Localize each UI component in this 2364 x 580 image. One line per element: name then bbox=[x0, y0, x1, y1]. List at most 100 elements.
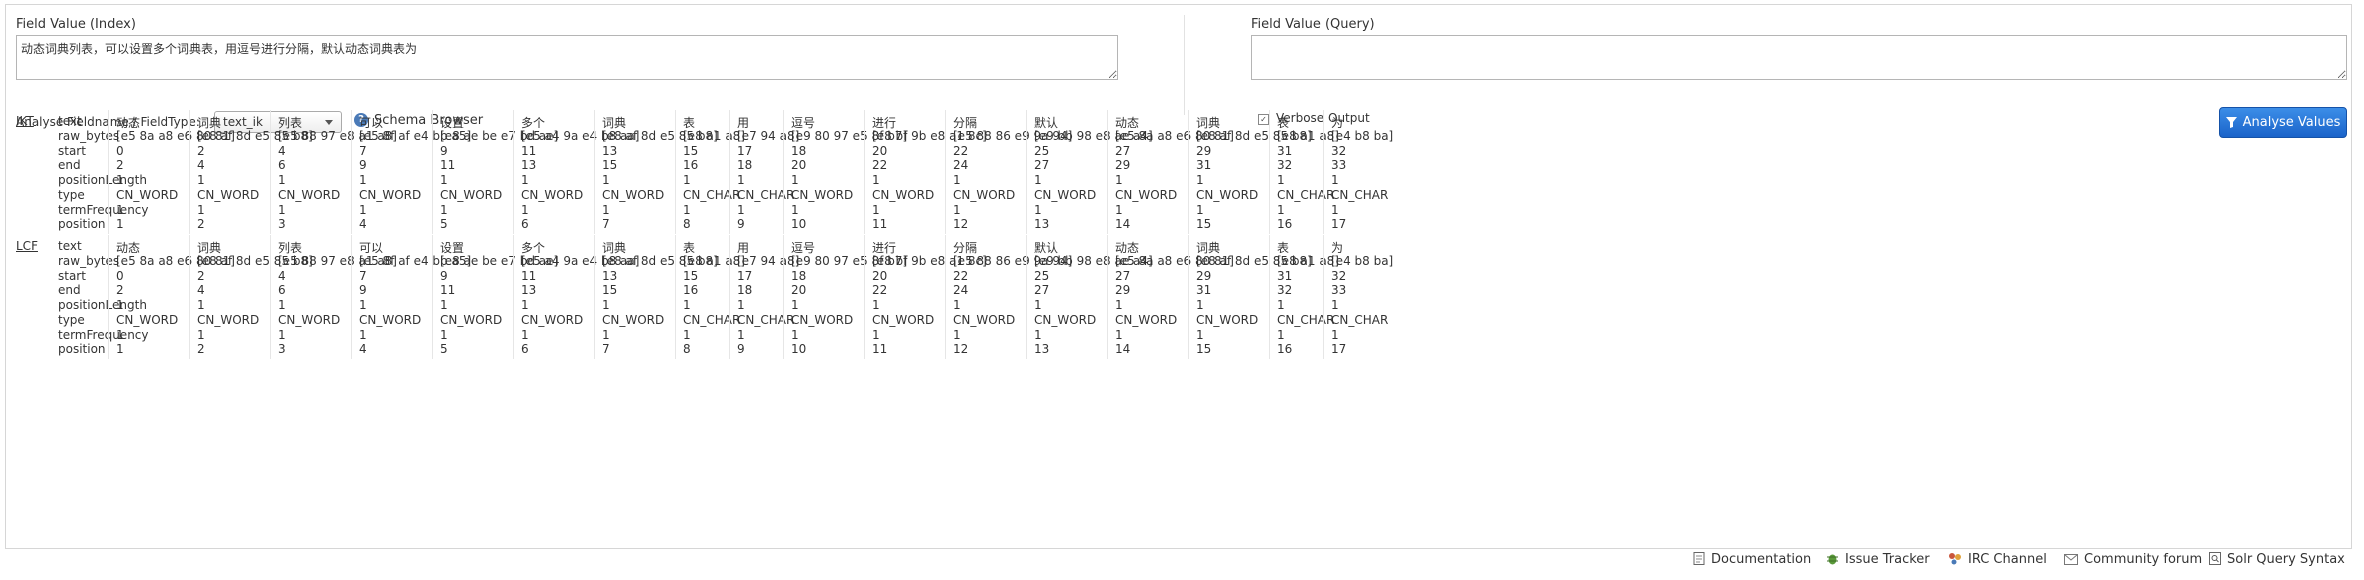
token-position: 12 bbox=[953, 217, 969, 232]
token-position: 17 bbox=[1331, 342, 1347, 357]
footer-link-issue-tracker[interactable]: Issue Tracker bbox=[1826, 552, 1930, 569]
index-field-label: Field Value (Index) bbox=[16, 17, 136, 32]
token-term-frequency: 1 bbox=[683, 327, 691, 342]
token-position-length: 1 bbox=[683, 298, 691, 312]
token-column: 设置 [e8 ae be e7 bd ae] 9 11 1 CN_WORD 1 5 bbox=[432, 235, 558, 359]
token-column: 动态 [e5 8a a8 e6 80 81] 27 29 1 CN_WORD 1 14 bbox=[1107, 110, 1234, 234]
analysis-group-name[interactable]: IKT bbox=[16, 114, 34, 128]
attribute-name-type: type bbox=[58, 187, 85, 202]
token-term-frequency: 1 bbox=[953, 202, 961, 217]
token-position: 7 bbox=[602, 217, 610, 232]
token-type: CN_WORD bbox=[521, 312, 584, 327]
token-end: 32 bbox=[1277, 158, 1293, 173]
analysis-group-name[interactable]: LCF bbox=[16, 239, 38, 253]
token-term-frequency: 1 bbox=[1115, 327, 1123, 342]
token-start: 17 bbox=[737, 143, 753, 158]
token-position: 12 bbox=[953, 342, 969, 357]
token-column: 可以 [e5 8f af e4 bb a5] 7 9 1 CN_WORD 1 4 bbox=[351, 235, 471, 359]
token-type: CN_WORD bbox=[197, 187, 260, 202]
token-term-frequency: 1 bbox=[1196, 327, 1204, 342]
token-position-length: 1 bbox=[1277, 298, 1285, 312]
token-position-length: 1 bbox=[278, 298, 286, 312]
token-end: 11 bbox=[440, 158, 456, 173]
token-term-frequency: 1 bbox=[1115, 202, 1123, 217]
attribute-name-type: type bbox=[58, 312, 85, 327]
token-end: 22 bbox=[872, 158, 888, 173]
token-type: CN_WORD bbox=[602, 312, 665, 327]
footer-link-label: Solr Query Syntax bbox=[2227, 552, 2345, 567]
token-type: CN_WORD bbox=[791, 312, 854, 327]
token-start: 27 bbox=[1115, 268, 1131, 283]
token-position-length: 1 bbox=[440, 298, 448, 312]
token-position: 3 bbox=[278, 217, 286, 232]
token-position-length: 1 bbox=[359, 298, 367, 312]
token-position-length: 1 bbox=[1196, 298, 1204, 312]
token-raw-bytes: [e4 b8 ba] bbox=[1331, 128, 1394, 143]
token-column: 列表 [e5 88 97 e8 a1 a8] 4 6 1 CN_WORD 1 3 bbox=[270, 110, 397, 234]
token-type: CN_WORD bbox=[116, 312, 179, 327]
token-start: 25 bbox=[1034, 143, 1050, 158]
token-start: 15 bbox=[683, 143, 699, 158]
token-end: 29 bbox=[1115, 158, 1131, 173]
attribute-name-end: end bbox=[58, 283, 81, 298]
token-position: 9 bbox=[737, 342, 745, 357]
token-start: 9 bbox=[440, 143, 448, 158]
token-start: 20 bbox=[872, 268, 888, 283]
token-start: 2 bbox=[197, 143, 205, 158]
token-column: 表 [e8 a1 a8] 31 32 1 CN_CHAR 1 16 bbox=[1269, 235, 1339, 359]
footer-link-irc-channel[interactable]: IRC Channel bbox=[1948, 552, 2047, 569]
token-term-frequency: 1 bbox=[1331, 327, 1339, 342]
token-column: 动态 [e5 8a a8 e6 80 81] 0 2 1 CN_WORD 1 1 bbox=[108, 235, 235, 359]
token-type: CN_WORD bbox=[1034, 312, 1097, 327]
token-type: CN_WORD bbox=[278, 187, 341, 202]
token-end: 4 bbox=[197, 158, 205, 173]
token-position-length: 1 bbox=[791, 173, 799, 187]
footer-link-documentation[interactable]: Documentation bbox=[1693, 552, 1811, 569]
token-start: 29 bbox=[1196, 268, 1212, 283]
token-position: 5 bbox=[440, 342, 448, 357]
token-column: 表 [e8 a1 a8] 15 16 1 CN_CHAR 1 8 bbox=[675, 235, 745, 359]
token-position: 7 bbox=[602, 342, 610, 357]
token-start: 31 bbox=[1277, 268, 1293, 283]
token-term-frequency: 1 bbox=[1331, 202, 1339, 217]
bug-icon bbox=[1826, 552, 1839, 569]
filter-icon bbox=[2225, 117, 2237, 128]
token-term-frequency: 1 bbox=[521, 327, 529, 342]
analyse-values-button[interactable]: Analyse Values bbox=[2219, 107, 2347, 138]
token-position: 11 bbox=[872, 342, 888, 357]
footer-link-community-forum[interactable]: Community forum bbox=[2064, 552, 2202, 569]
token-position: 14 bbox=[1115, 342, 1131, 357]
footer-link-label: Community forum bbox=[2084, 552, 2203, 567]
token-position: 6 bbox=[521, 342, 529, 357]
token-type: CN_WORD bbox=[1196, 312, 1259, 327]
token-position-length: 1 bbox=[737, 173, 745, 187]
token-column: 进行 [e8 bf 9b e8 a1 8c] 20 22 1 CN_WORD 1 11 bbox=[864, 110, 987, 234]
token-end: 2 bbox=[116, 283, 124, 298]
token-position-length: 1 bbox=[521, 298, 529, 312]
token-type: CN_WORD bbox=[1115, 187, 1178, 202]
token-position: 10 bbox=[791, 342, 807, 357]
token-column: 词典 [e8 af 8d e5 85 b8] 29 31 1 CN_WORD 1 15 bbox=[1188, 235, 1312, 359]
token-position-length: 1 bbox=[1277, 173, 1285, 187]
token-start: 11 bbox=[521, 143, 537, 158]
token-type: CN_WORD bbox=[440, 187, 503, 202]
token-column: 可以 [e5 8f af e4 bb a5] 7 9 1 CN_WORD 1 4 bbox=[351, 110, 471, 234]
token-start: 4 bbox=[278, 143, 286, 158]
token-position-length: 1 bbox=[602, 173, 610, 187]
token-end: 32 bbox=[1277, 283, 1293, 298]
token-type: CN_WORD bbox=[521, 187, 584, 202]
token-end: 22 bbox=[872, 283, 888, 298]
index-field-input[interactable]: 动态词典列表，可以设置多个词典表，用逗号进行分隔，默认动态词典表为 bbox=[16, 35, 1118, 80]
token-position-length: 1 bbox=[602, 298, 610, 312]
token-raw-bytes: [e4 b8 ba] bbox=[1331, 253, 1394, 268]
footer-link-solr-query-syntax[interactable]: Solr Query Syntax bbox=[2209, 552, 2345, 569]
token-start: 17 bbox=[737, 268, 753, 283]
token-end: 16 bbox=[683, 158, 699, 173]
query-field-input[interactable] bbox=[1251, 35, 2347, 80]
token-position-length: 1 bbox=[683, 173, 691, 187]
attribute-name-position: position bbox=[58, 217, 106, 232]
token-position-length: 1 bbox=[1331, 173, 1339, 187]
query-icon bbox=[2209, 552, 2221, 569]
token-type: CN_WORD bbox=[359, 187, 422, 202]
token-start: 32 bbox=[1331, 268, 1347, 283]
